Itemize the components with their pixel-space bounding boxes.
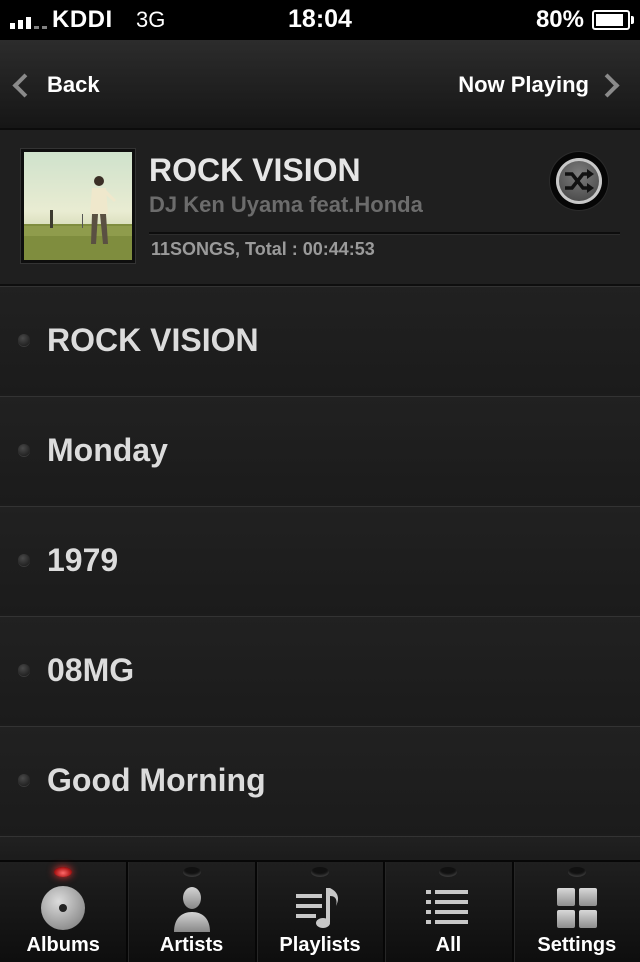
- tab-label: Artists: [159, 934, 224, 956]
- disc-icon: [41, 886, 86, 930]
- track-bullet-icon: [18, 334, 30, 346]
- list-icon: [426, 890, 469, 924]
- tab-label: Albums: [26, 934, 100, 956]
- active-indicator: [54, 867, 73, 877]
- track-name: Good Morning: [47, 762, 266, 798]
- track-list: ROCK VISION Monday 1979 08MG Good Mornin…: [0, 286, 640, 864]
- album-summary: 11SONGS, Total : 00:44:53: [151, 239, 375, 259]
- battery-percentage: 80%: [535, 6, 584, 33]
- now-playing-button[interactable]: Now Playing: [458, 68, 620, 102]
- chevron-right-icon: [595, 72, 620, 98]
- tab-label: All: [435, 934, 462, 956]
- track-row[interactable]: Monday: [0, 396, 640, 504]
- status-bar: KDDI 3G 18:04 80%: [0, 0, 640, 40]
- track-bullet-icon: [18, 554, 30, 566]
- track-bullet-icon: [18, 444, 30, 456]
- back-button[interactable]: Back: [10, 68, 100, 102]
- track-name: 08MG: [47, 652, 135, 688]
- tab-all[interactable]: All: [385, 862, 514, 962]
- track-row[interactable]: [0, 836, 640, 862]
- album-artist: DJ Ken Uyama feat.Honda: [149, 192, 423, 217]
- track-bullet-icon: [18, 774, 30, 786]
- track-name: Monday: [47, 432, 168, 468]
- battery-icon: [592, 10, 634, 30]
- header-divider: [149, 232, 620, 235]
- person-icon: [173, 887, 210, 932]
- shuffle-icon: [565, 169, 594, 193]
- chevron-left-icon: [12, 72, 37, 98]
- grid-icon: [556, 888, 597, 928]
- track-row[interactable]: Good Morning: [0, 726, 640, 834]
- track-name: 1979: [47, 542, 119, 578]
- navigation-bar: Back Now Playing: [0, 40, 640, 130]
- track-row[interactable]: 1979: [0, 506, 640, 614]
- album-artwork: [20, 148, 136, 264]
- album-header: ROCK VISION DJ Ken Uyama feat.Honda 11SO…: [0, 130, 640, 286]
- now-playing-label: Now Playing: [458, 72, 589, 97]
- tab-artists[interactable]: Artists: [128, 862, 257, 962]
- tab-label: Settings: [537, 934, 617, 956]
- track-row[interactable]: 08MG: [0, 616, 640, 724]
- album-title: ROCK VISION: [149, 152, 361, 188]
- track-name: ROCK VISION: [47, 322, 259, 358]
- back-label: Back: [47, 72, 100, 97]
- track-row[interactable]: ROCK VISION: [0, 286, 640, 394]
- playlist-icon: [296, 888, 339, 928]
- tab-playlists[interactable]: Playlists: [257, 862, 386, 962]
- shuffle-button[interactable]: [550, 152, 608, 210]
- tab-albums[interactable]: Albums: [0, 862, 129, 962]
- track-bullet-icon: [18, 664, 30, 676]
- tab-bar: Albums Artists Playlists All Settings: [0, 860, 640, 962]
- tab-settings[interactable]: Settings: [514, 862, 640, 962]
- tab-label: Playlists: [279, 934, 361, 956]
